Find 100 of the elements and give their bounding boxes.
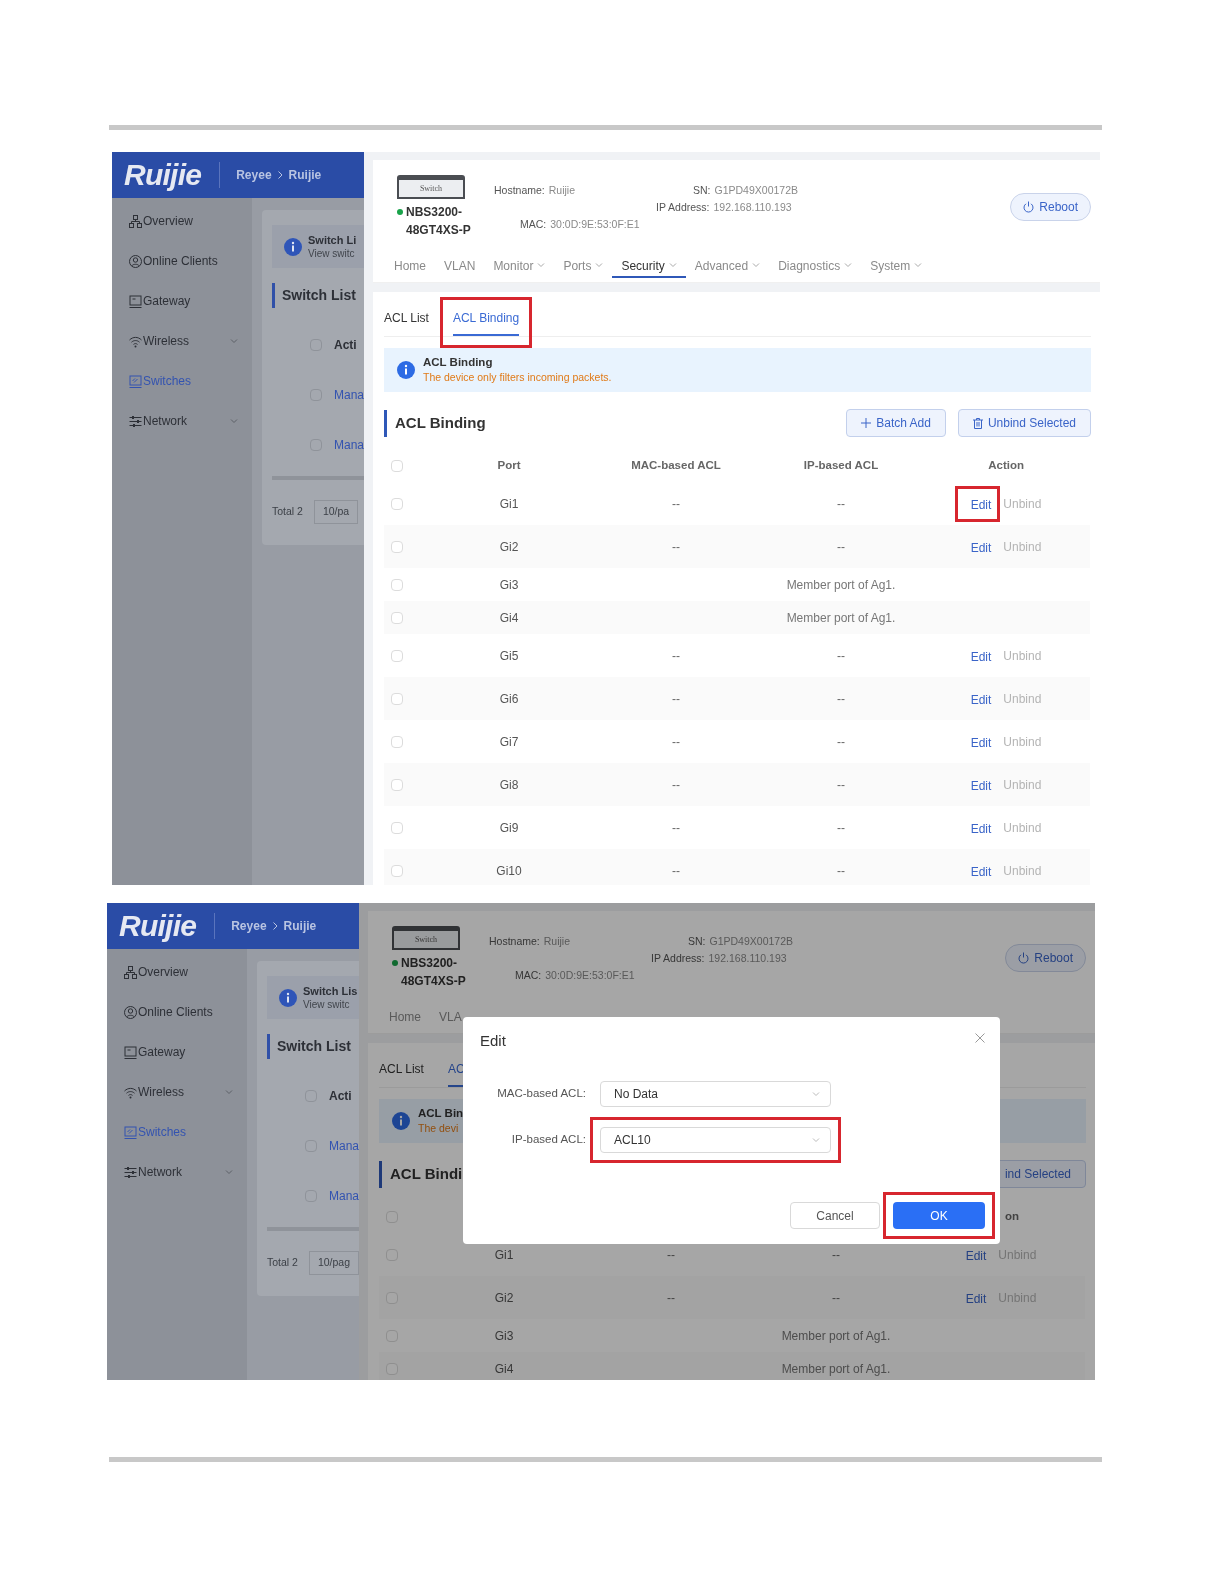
field-label: IP Address: bbox=[656, 200, 710, 215]
tab[interactable]: ACL List bbox=[379, 1060, 424, 1087]
table-link[interactable]: Mana bbox=[334, 386, 364, 404]
sidebar-item[interactable]: Overview bbox=[112, 201, 252, 241]
reboot-button[interactable]: Reboot bbox=[1010, 193, 1091, 221]
section-title: ACL Bindi bbox=[390, 1163, 463, 1184]
info-icon bbox=[279, 988, 297, 1007]
sidebar-item[interactable]: Network bbox=[112, 401, 252, 441]
nav-tab[interactable]: VLAN bbox=[435, 257, 485, 278]
field-value: 30:0D:9E:53:0F:E1 bbox=[550, 217, 640, 232]
table-cell-text: Gi4 bbox=[499, 609, 519, 627]
table-cell-text: Gi5 bbox=[499, 647, 519, 665]
table-cell-text: -- bbox=[832, 1246, 840, 1264]
info-icon bbox=[284, 237, 302, 256]
alert-title: ACL Binding bbox=[423, 355, 494, 370]
table-cell-text: Gi9 bbox=[499, 819, 519, 837]
column-header: Acti bbox=[334, 337, 357, 354]
sidebar-item[interactable]: Switches bbox=[107, 1112, 247, 1152]
accent-bar bbox=[384, 409, 387, 437]
batch-add-button[interactable]: Batch Add bbox=[846, 409, 946, 437]
select-field[interactable]: ACL10 bbox=[600, 1127, 831, 1153]
table-cell-text: Gi3 bbox=[499, 576, 519, 594]
sidebar-item[interactable]: Wireless bbox=[112, 321, 252, 361]
tab[interactable]: ACL List bbox=[384, 309, 429, 336]
unbind-selected-button[interactable]: Unbind Selected bbox=[957, 409, 1091, 437]
table-link[interactable]: Mana bbox=[329, 1187, 359, 1205]
edit-link[interactable]: Edit bbox=[970, 735, 992, 750]
column-header: on bbox=[1004, 1209, 1019, 1225]
nav-tab[interactable]: Security bbox=[612, 257, 686, 278]
sidebar-item[interactable]: Online Clients bbox=[112, 241, 252, 281]
nav-tab[interactable]: Advanced bbox=[685, 257, 770, 278]
edit-link[interactable]: Edit bbox=[965, 1248, 987, 1263]
alert-title: ACL Bin bbox=[418, 1106, 464, 1121]
table-link[interactable]: Mana bbox=[329, 1137, 359, 1155]
nav-tab[interactable]: Monitor bbox=[484, 257, 555, 278]
table-cell-text: -- bbox=[667, 1289, 675, 1307]
field-label: Hostname: bbox=[489, 934, 540, 949]
banner-text: View switc bbox=[308, 246, 356, 261]
device-label: Switch bbox=[419, 184, 443, 193]
column-header: Port bbox=[497, 458, 521, 474]
table-cell-text: -- bbox=[837, 776, 845, 794]
column-header: Action bbox=[988, 458, 1024, 474]
info-icon bbox=[392, 1112, 410, 1130]
cancel-button[interactable]: Cancel bbox=[790, 1202, 880, 1229]
ok-button[interactable]: OK bbox=[893, 1202, 985, 1229]
field-label: IP Address: bbox=[651, 951, 705, 966]
edit-link[interactable]: Edit bbox=[970, 864, 992, 879]
field-value: Ruijie bbox=[548, 183, 576, 198]
table-cell-text: Member port of Ag1. bbox=[781, 1327, 891, 1345]
breadcrumb-link[interactable]: Reyee bbox=[236, 166, 272, 184]
sidebar-item[interactable]: Overview bbox=[107, 952, 247, 992]
breadcrumb-link[interactable]: Ruijie bbox=[288, 166, 322, 184]
table-link[interactable]: Mana bbox=[334, 436, 364, 454]
reboot-button[interactable]: Reboot bbox=[1005, 944, 1086, 972]
table-cell-text: Gi2 bbox=[494, 1289, 514, 1307]
chevron-right-icon bbox=[277, 171, 283, 179]
table-cell-text: -- bbox=[837, 538, 845, 556]
sidebar-item[interactable]: Gateway bbox=[107, 1032, 247, 1072]
user-icon bbox=[129, 254, 142, 268]
table-cell-text: Member port of Ag1. bbox=[781, 1360, 891, 1378]
sidebar-item[interactable]: Network bbox=[107, 1152, 247, 1192]
nav-tab[interactable]: Home bbox=[385, 257, 435, 278]
sliders-icon bbox=[124, 1165, 137, 1179]
banner-title: Switch Lis bbox=[303, 983, 358, 998]
nav-tab[interactable]: Diagnostics bbox=[769, 257, 862, 278]
router-icon bbox=[129, 294, 142, 308]
sidebar-item[interactable]: Switches bbox=[112, 361, 252, 401]
panel-heading: Switch List bbox=[277, 1037, 351, 1056]
wifi-icon bbox=[124, 1085, 137, 1099]
edit-link[interactable]: Edit bbox=[965, 1291, 987, 1306]
field-value: 192.168.110.193 bbox=[713, 200, 792, 215]
edit-link[interactable]: Edit bbox=[970, 821, 992, 836]
table-cell-text: -- bbox=[832, 1289, 840, 1307]
page-size-select[interactable]: 10/pag bbox=[308, 1251, 359, 1275]
page-size-select[interactable]: 10/pa bbox=[313, 500, 359, 524]
edit-link[interactable]: Edit bbox=[970, 540, 992, 555]
sidebar-item[interactable]: Wireless bbox=[107, 1072, 247, 1112]
wifi-icon bbox=[129, 334, 142, 348]
edit-link[interactable]: Edit bbox=[970, 778, 992, 793]
nav-tab[interactable]: Home bbox=[380, 1008, 430, 1029]
nav-tab[interactable]: System bbox=[861, 257, 932, 278]
edit-link[interactable]: Edit bbox=[970, 649, 992, 664]
field-label: MAC-based ACL: bbox=[496, 1086, 586, 1102]
table-cell-text: -- bbox=[672, 862, 680, 880]
edit-link[interactable]: Edit bbox=[970, 692, 992, 707]
field-value: 30:0D:9E:53:0F:E1 bbox=[545, 968, 635, 983]
sidebar-item[interactable]: Online Clients bbox=[107, 992, 247, 1032]
chevron-down-icon bbox=[812, 1091, 820, 1097]
breadcrumb-link[interactable]: Reyee bbox=[231, 917, 267, 935]
user-icon bbox=[124, 1005, 137, 1019]
power-icon bbox=[1023, 201, 1035, 213]
tab[interactable]: ACL Binding bbox=[452, 309, 520, 336]
edit-link[interactable]: Edit bbox=[970, 497, 992, 512]
info-icon bbox=[397, 361, 415, 379]
select-field[interactable]: No Data bbox=[600, 1081, 831, 1107]
close-icon[interactable] bbox=[975, 1033, 985, 1043]
breadcrumb-link[interactable]: Ruijie bbox=[283, 917, 317, 935]
table-cell-text: Gi3 bbox=[494, 1327, 514, 1345]
sidebar-item[interactable]: Gateway bbox=[112, 281, 252, 321]
nav-tab[interactable]: Ports bbox=[554, 257, 613, 278]
